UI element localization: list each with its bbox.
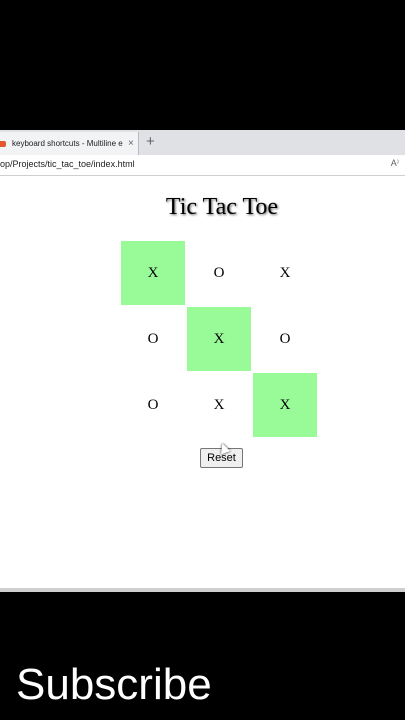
board-cell-1[interactable]: O — [187, 241, 251, 305]
page-content: Tic Tac Toe X O X O X O O X X Reset — [0, 176, 405, 588]
tab-close-icon[interactable]: × — [128, 138, 134, 149]
board-cell-3[interactable]: O — [121, 307, 185, 371]
board-cell-6[interactable]: O — [121, 373, 185, 437]
tab-bar: keyboard shortcuts - Multiline e × + — [0, 130, 405, 155]
address-bar[interactable]: op/Projects/tic_tac_toe/index.html A⁾ — [0, 155, 405, 176]
read-aloud-icon[interactable]: A⁾ — [391, 158, 399, 169]
url-text[interactable]: op/Projects/tic_tac_toe/index.html — [0, 159, 135, 169]
board-cell-8[interactable]: X — [253, 373, 317, 437]
board-cell-2[interactable]: X — [253, 241, 317, 305]
subscribe-overlay-text: Subscribe — [16, 660, 212, 709]
new-tab-icon[interactable]: + — [146, 133, 155, 150]
page-title: Tic Tac Toe — [165, 194, 279, 220]
browser-tab[interactable]: keyboard shortcuts - Multiline e × — [0, 132, 139, 155]
board-cell-0[interactable]: X — [121, 241, 185, 305]
game-board: X O X O X O O X X — [120, 240, 318, 438]
favicon-icon — [0, 140, 6, 147]
browser-bottom-border — [0, 588, 405, 592]
board-cell-4[interactable]: X — [187, 307, 251, 371]
board-cell-7[interactable]: X — [187, 373, 251, 437]
board-cell-5[interactable]: O — [253, 307, 317, 371]
tab-title: keyboard shortcuts - Multiline e — [12, 139, 123, 148]
